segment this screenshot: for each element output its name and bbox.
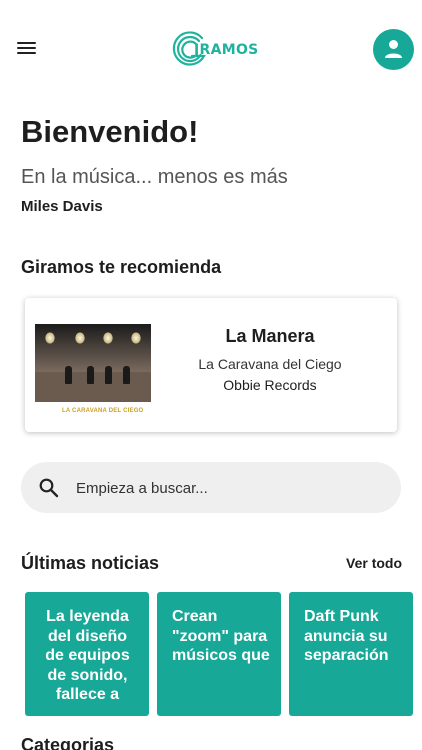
news-title: Crean "zoom" para músicos que bbox=[172, 608, 270, 664]
welcome-title: Bienvenido! bbox=[21, 114, 199, 149]
recommendation-heading: Giramos te recomienda bbox=[21, 257, 222, 277]
recommendation-card[interactable]: LA CARAVANA DEL CIEGO La Manera La Carav… bbox=[25, 298, 397, 432]
cover-caption: LA CARAVANA DEL CIEGO bbox=[62, 408, 144, 414]
quote-author: Miles Davis bbox=[21, 198, 103, 215]
user-icon bbox=[385, 40, 402, 58]
album-cover bbox=[35, 324, 151, 402]
categories-heading: Categorias bbox=[21, 735, 115, 750]
see-all-link[interactable]: Ver todo bbox=[346, 555, 402, 571]
giramos-logo[interactable]: IRAMOS bbox=[168, 28, 258, 72]
logo-text: IRAMOS bbox=[194, 42, 259, 58]
search-bar[interactable] bbox=[21, 462, 401, 513]
news-card[interactable]: La leyenda del diseño de equipos de soni… bbox=[25, 592, 149, 716]
song-artist: La Caravana del Ciego bbox=[198, 356, 342, 372]
search-icon bbox=[39, 478, 59, 498]
search-input[interactable] bbox=[76, 478, 376, 498]
news-card[interactable]: Crean "zoom" para músicos que bbox=[157, 592, 281, 716]
news-title: La leyenda del diseño de equipos de soni… bbox=[45, 608, 130, 703]
hamburger-menu-icon[interactable] bbox=[17, 40, 41, 58]
song-title: La Manera bbox=[225, 326, 315, 346]
quote-text: En la música... menos es más bbox=[21, 166, 288, 188]
news-heading: Últimas noticias bbox=[21, 553, 160, 573]
news-card[interactable]: Daft Punk anuncia su separación bbox=[289, 592, 413, 716]
record-label: Obbie Records bbox=[223, 377, 317, 393]
top-bar: IRAMOS bbox=[0, 0, 422, 100]
news-title: Daft Punk anuncia su separación bbox=[304, 608, 389, 664]
profile-button[interactable] bbox=[373, 29, 414, 70]
